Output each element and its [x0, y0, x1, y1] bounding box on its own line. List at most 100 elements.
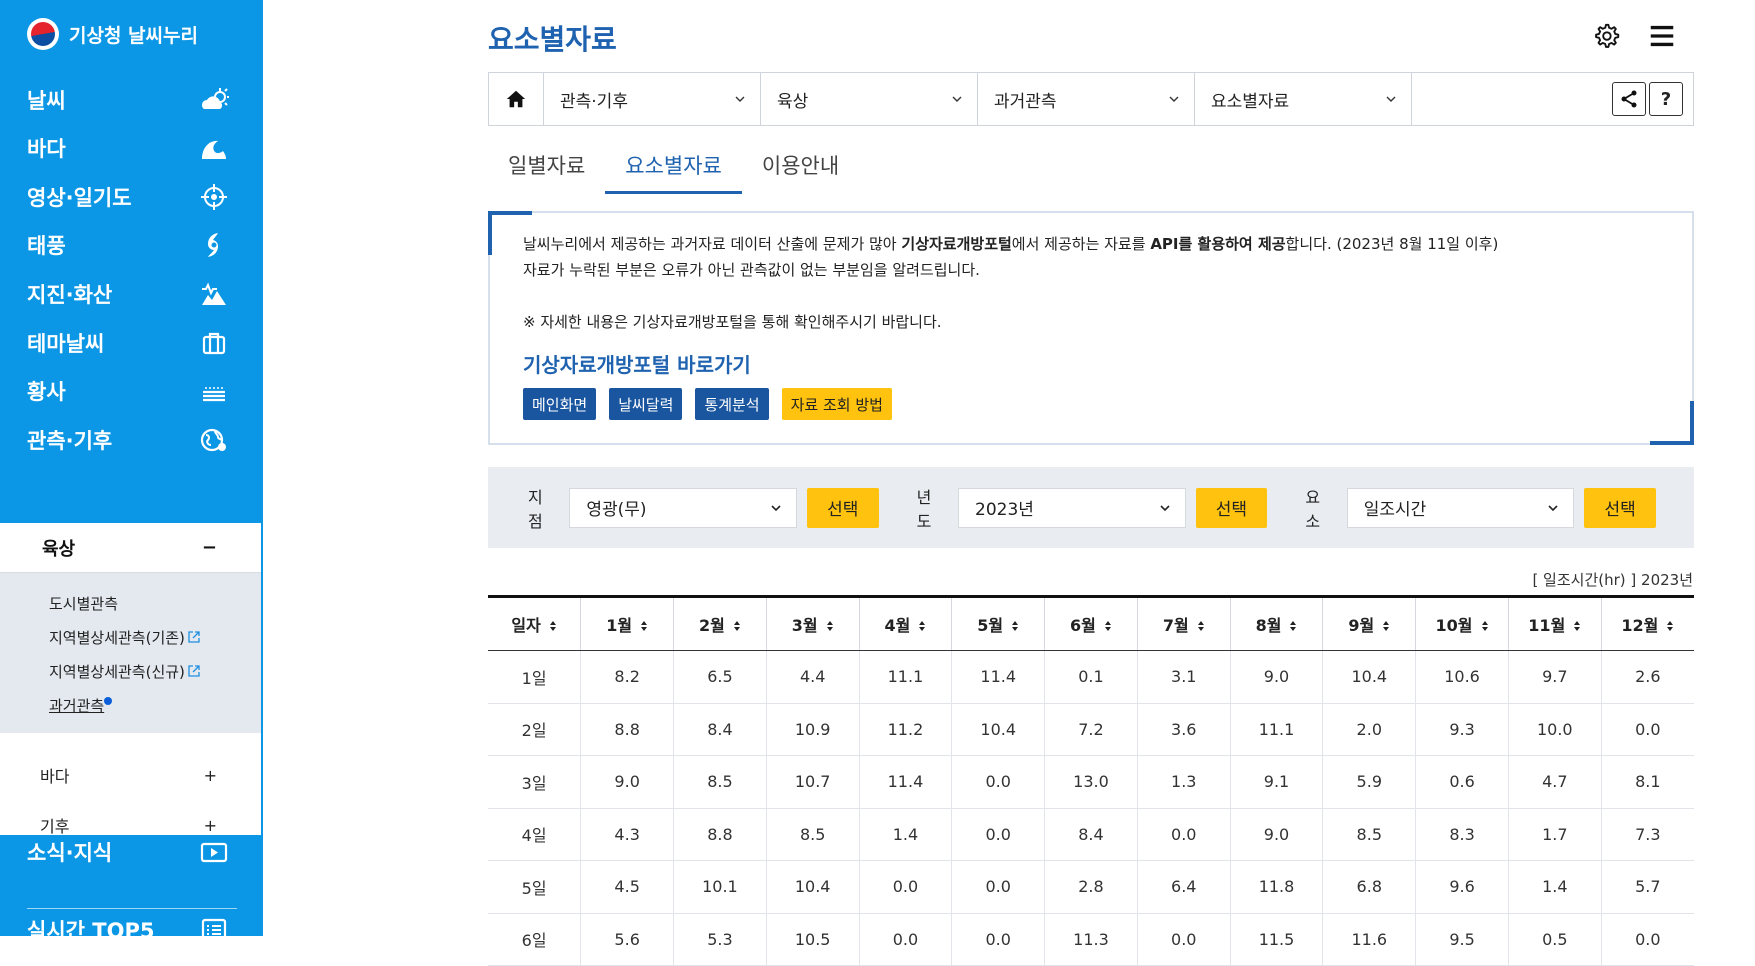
sidebar-item-label: 테마날씨: [27, 332, 105, 356]
column-header[interactable]: 9월: [1322, 595, 1417, 651]
column-header[interactable]: 11월: [1508, 595, 1602, 651]
column-header[interactable]: 2월: [673, 595, 767, 651]
sidebar-item-sea[interactable]: 바다: [0, 121, 263, 175]
hamburger-menu-icon[interactable]: [1646, 20, 1678, 52]
element-label: 요소: [1305, 487, 1321, 531]
column-header[interactable]: 8월: [1230, 595, 1324, 651]
link-city-observation[interactable]: 도시별관측: [49, 587, 261, 621]
station-select[interactable]: 영광(무): [569, 487, 797, 528]
column-header-label: 11월: [1528, 616, 1566, 635]
notice-line-2: 자료가 누락된 부분은 오류가 아닌 관측값이 없는 부분임을 알려드립니다.: [523, 261, 980, 279]
value-cell: 0.1: [1044, 650, 1138, 704]
value-cell: 9.3: [1415, 703, 1509, 756]
value-cell: 8.5: [766, 808, 860, 861]
value-cell: 8.3: [1415, 808, 1509, 861]
wave-icon: [199, 133, 229, 163]
sort-icon: [1104, 621, 1111, 631]
collapse-toggle[interactable]: −: [202, 537, 217, 558]
column-header[interactable]: 일자: [488, 595, 582, 651]
column-header[interactable]: 1월: [580, 595, 675, 651]
breadcrumb-label: 육상: [777, 91, 809, 112]
breadcrumb-land[interactable]: 육상: [761, 73, 978, 125]
home-button[interactable]: [489, 73, 544, 125]
value-cell: 1.4: [1508, 860, 1602, 914]
element-select[interactable]: 일조시간: [1346, 487, 1575, 528]
station-label: 지점: [528, 487, 543, 531]
sidebar-item-earthquake[interactable]: 지진·화산: [0, 267, 263, 321]
breadcrumb: 관측·기후 육상 과거관측 요소별자료 ?: [488, 72, 1694, 126]
column-header[interactable]: 6월: [1044, 595, 1138, 651]
submenu-sea[interactable]: 바다 +: [0, 750, 261, 800]
value-cell: 8.4: [673, 703, 767, 756]
value-cell: 6.5: [673, 650, 767, 704]
value-cell: 10.5: [766, 913, 860, 966]
share-button[interactable]: [1612, 82, 1646, 116]
top-toolbar: [1590, 20, 1678, 52]
query-method-button[interactable]: 자료 조회 방법: [781, 388, 892, 420]
year-select[interactable]: 2023년: [958, 487, 1186, 528]
column-header[interactable]: 12월: [1601, 595, 1694, 651]
notice-line-3: ※ 자세한 내용은 기상자료개방포털을 통해 확인해주시기 바랍니다.: [523, 313, 942, 331]
main-page-button[interactable]: 메인화면: [523, 388, 597, 420]
submenu-land[interactable]: 육상 −: [0, 523, 261, 573]
breadcrumb-past-observation[interactable]: 과거관측: [978, 73, 1195, 125]
link-label: 지역별상세관측(신규): [49, 663, 185, 681]
tab-element-data[interactable]: 요소별자료: [605, 144, 742, 194]
sidebar-item-weather[interactable]: 날씨: [0, 73, 263, 127]
weather-calendar-button[interactable]: 날씨달력: [609, 388, 683, 420]
value-cell: 8.2: [580, 650, 675, 704]
sidebar-item-label: 바다: [27, 137, 66, 161]
year-filter: 년도 2023년 선택: [917, 484, 1268, 532]
sidebar-item-label: 영상·일기도: [27, 186, 132, 210]
element-select-button[interactable]: 선택: [1584, 487, 1657, 528]
help-button[interactable]: ?: [1649, 82, 1683, 116]
sidebar-item-dust[interactable]: 황사: [0, 364, 263, 418]
link-past-observation[interactable]: 과거관측: [49, 689, 113, 723]
value-cell: 11.5: [1230, 913, 1324, 966]
satellite-icon: [199, 182, 229, 212]
breadcrumb-element-data[interactable]: 요소별자료: [1195, 73, 1412, 125]
column-header[interactable]: 3월: [766, 595, 860, 651]
sidebar-item-theme-weather[interactable]: 테마날씨: [0, 316, 263, 370]
gear-icon[interactable]: [1590, 20, 1622, 52]
sidebar-item-label: 실시간 TOP5: [27, 919, 155, 936]
statistics-button[interactable]: 통계분석: [695, 388, 769, 420]
value-cell: 9.0: [1230, 808, 1324, 861]
column-header[interactable]: 7월: [1137, 595, 1231, 651]
sidebar-item-satellite[interactable]: 영상·일기도: [0, 170, 263, 224]
globe-icon: [199, 425, 229, 455]
portal-link-title[interactable]: 기상자료개방포털 바로가기: [523, 349, 1692, 378]
breadcrumb-label: 관측·기후: [560, 91, 628, 112]
value-cell: 0.0: [859, 860, 953, 914]
expand-toggle[interactable]: +: [204, 766, 217, 785]
sidebar-item-observation[interactable]: 관측·기후: [0, 413, 263, 467]
notice-bold: 기상자료개방포털: [901, 235, 1012, 253]
notice-text: 날씨누리에서 제공하는 과거자료 데이터 산출에 문제가 많아: [523, 235, 902, 253]
column-header-label: 8월: [1255, 616, 1282, 635]
station-select-button[interactable]: 선택: [806, 487, 879, 528]
taeguk-logo-icon: [27, 18, 59, 50]
sidebar-item-typhoon[interactable]: 태풍: [0, 218, 263, 272]
column-header[interactable]: 10월: [1415, 595, 1509, 651]
corner-accent: [1690, 401, 1694, 445]
sidebar-item-label: 소식·지식: [27, 841, 113, 865]
logo[interactable]: 기상청 날씨누리: [27, 16, 198, 52]
sort-icon: [826, 621, 833, 631]
column-header[interactable]: 4월: [859, 595, 953, 651]
link-regional-detail-new[interactable]: 지역별상세관측(신규): [49, 655, 261, 689]
link-regional-detail-old[interactable]: 지역별상세관측(기존): [49, 621, 261, 655]
column-header[interactable]: 5월: [951, 595, 1046, 651]
sidebar-item-news[interactable]: 소식·지식: [0, 825, 263, 879]
tab-daily-data[interactable]: 일별자료: [488, 144, 605, 194]
value-cell: 2.8: [1044, 860, 1138, 914]
breadcrumb-label: 요소별자료: [1211, 91, 1290, 112]
sidebar-item-top5[interactable]: 실시간 TOP5: [0, 903, 263, 936]
breadcrumb-observation[interactable]: 관측·기후: [544, 73, 761, 125]
value-cell: 4.3: [580, 808, 675, 861]
year-value: 2023년: [975, 500, 1034, 520]
tab-usage-guide[interactable]: 이용안내: [742, 144, 859, 194]
year-select-button[interactable]: 선택: [1195, 487, 1268, 528]
value-cell: 8.1: [1601, 755, 1694, 809]
column-header-label: 4월: [884, 616, 911, 635]
value-cell: 10.9: [766, 703, 860, 756]
